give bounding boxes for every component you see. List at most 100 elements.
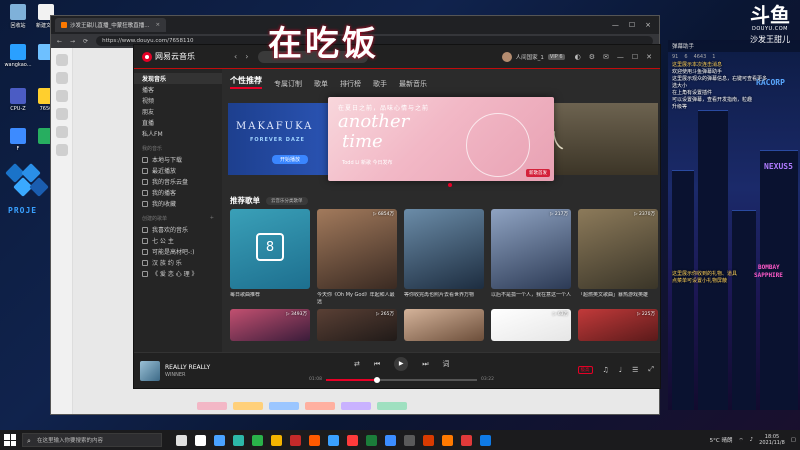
maximize-button[interactable]: ☐ xyxy=(629,21,635,29)
playlist-title[interactable]: 以后不是孤一个人，我在意这一个人 xyxy=(491,292,571,305)
mail-icon[interactable]: ✉ xyxy=(603,53,609,61)
playlist-cover[interactable]: 8 xyxy=(230,209,310,289)
shuffle-icon[interactable]: ⇄ xyxy=(354,360,360,368)
taskbar-app-icon[interactable] xyxy=(423,434,434,446)
notification-icon[interactable]: ▢ xyxy=(791,437,796,443)
recommend-pill[interactable]: 云音乐分类歌单 xyxy=(266,196,308,205)
playlist-cover[interactable]: ▷ 2370万 xyxy=(578,209,658,289)
weather[interactable]: 5°C 晴朗 xyxy=(710,436,733,444)
taskbar-app-icon[interactable] xyxy=(252,434,263,446)
banner-carousel[interactable]: MAKAFUKA FOREVER DAZE 开始播放 人 在夏日之前，品味心情与… xyxy=(228,97,658,182)
taskbar-app-icon[interactable] xyxy=(176,434,187,446)
play-button[interactable]: ▶ xyxy=(394,357,409,371)
sidebar-item[interactable]: 汉 族 约 乐 xyxy=(134,257,222,268)
nav-home-icon[interactable] xyxy=(55,54,68,66)
gear-icon[interactable]: ⚙ xyxy=(589,53,595,61)
taskbar-app-icon[interactable] xyxy=(214,434,225,446)
minimize-icon[interactable]: — xyxy=(617,53,624,61)
playlist-card[interactable] xyxy=(404,309,484,341)
taskbar-app-icon[interactable] xyxy=(366,434,377,446)
nav-game-icon[interactable] xyxy=(55,126,68,138)
sidebar-item[interactable]: 私人FM xyxy=(134,128,222,139)
clock[interactable]: 18:05 2021/11/8 xyxy=(759,434,785,446)
playlist-cover[interactable]: ▷ 6854万 xyxy=(317,209,397,289)
close-icon[interactable]: ✕ xyxy=(646,53,652,61)
nav-more-icon[interactable] xyxy=(55,144,68,156)
taskbar-app-icon[interactable] xyxy=(328,434,339,446)
taskbar-app-icon[interactable] xyxy=(461,434,472,446)
taskbar-app-icon[interactable] xyxy=(290,434,301,446)
sidebar-item[interactable]: 我的音乐云盘 xyxy=(134,176,222,187)
browser-tab[interactable]: 沙发王甜儿直播_中蒙狂歌直播... × xyxy=(55,18,167,32)
volume-icon[interactable]: ♩ xyxy=(619,366,622,374)
user-name[interactable]: 人间国家_1 xyxy=(516,53,544,61)
tab-1[interactable]: 专属订制 xyxy=(274,79,302,89)
playlist-card[interactable]: ▷ 2370万「超燃英文歌曲」暴热游戏英雄 xyxy=(578,209,658,305)
volume-tray-icon[interactable]: ♪ xyxy=(750,437,754,443)
playlist-card[interactable]: ▷ 6854万 今天你《Oh My God》年起和人最远 xyxy=(317,209,397,305)
playlist-card[interactable]: 等你收完再也照片去看世界万物 xyxy=(404,209,484,305)
sidebar-item[interactable]: 视频 xyxy=(134,95,222,106)
taskbar-search[interactable]: 在这里输入你要搜索的内容 xyxy=(22,433,162,448)
forward-icon[interactable]: → xyxy=(70,38,75,45)
progress-bar[interactable] xyxy=(325,376,478,383)
desktop-icon[interactable]: wangkao... xyxy=(4,44,32,68)
taskbar-app-icon[interactable] xyxy=(309,434,320,446)
playlist-cover[interactable]: ▷ 63万 xyxy=(491,309,571,341)
minimize-button[interactable]: — xyxy=(612,21,619,29)
ncm-forward-icon[interactable]: › xyxy=(245,52,248,61)
lyrics-icon[interactable]: 词 xyxy=(443,359,450,369)
sidebar-item[interactable]: 我的收藏 xyxy=(134,198,222,209)
maximize-icon[interactable]: ☐ xyxy=(632,53,638,61)
carousel-dot[interactable] xyxy=(448,183,452,187)
effect-icon[interactable]: ♫ xyxy=(603,366,609,374)
taskbar-app-icon[interactable] xyxy=(480,434,491,446)
playlist-cover[interactable]: ▷ 217万 xyxy=(491,209,571,289)
taskbar-app-icon[interactable] xyxy=(385,434,396,446)
playlist-card[interactable]: ▷ 265万 xyxy=(317,309,397,341)
sidebar-item[interactable]: 《 爱 恋 心 理 》 xyxy=(134,268,222,279)
banner-right[interactable]: 人 xyxy=(538,103,658,175)
sidebar-item[interactable]: 最近播放 xyxy=(134,165,222,176)
quality-badge[interactable]: 极高 xyxy=(577,365,593,374)
desktop-icon[interactable]: F xyxy=(4,128,32,152)
sidebar-item[interactable]: 播客 xyxy=(134,84,222,95)
banner-center[interactable]: 在夏日之前，品味心情与之前 another time Todd Li 新歌 今日… xyxy=(328,97,554,181)
sidebar-item[interactable]: 七 公 主 xyxy=(134,235,222,246)
tab-3[interactable]: 排行榜 xyxy=(340,79,361,89)
banner-play-button[interactable]: 开始播放 xyxy=(272,155,309,164)
taskbar-app-icon[interactable] xyxy=(195,434,206,446)
playlist-card[interactable]: 8 每日歌曲推荐 xyxy=(230,209,310,305)
taskbar-app-icon[interactable] xyxy=(404,434,415,446)
singer-name[interactable]: WINNER xyxy=(165,372,235,378)
add-playlist-icon[interactable]: + xyxy=(210,215,214,222)
song-title[interactable]: REALLY REALLY xyxy=(165,364,235,371)
back-icon[interactable]: ← xyxy=(57,38,62,45)
playlist-cover[interactable] xyxy=(404,309,484,341)
ncm-user[interactable]: 人间国家_1 VIP 6 xyxy=(501,51,565,62)
ncm-back-icon[interactable]: ‹ xyxy=(234,52,237,61)
playlist-cover[interactable] xyxy=(404,209,484,289)
tab-5[interactable]: 最新音乐 xyxy=(399,79,427,89)
taskbar-app-icon[interactable] xyxy=(347,434,358,446)
prev-icon[interactable]: ⏮ xyxy=(374,360,380,369)
avatar[interactable] xyxy=(501,51,512,62)
network-icon[interactable]: ⌔ xyxy=(738,437,743,444)
skin-icon[interactable]: ◐ xyxy=(575,53,581,61)
desktop-icon[interactable]: 回收站 xyxy=(4,4,32,29)
next-icon[interactable]: ⏭ xyxy=(422,360,428,369)
playlist-card[interactable]: ▷ 63万 xyxy=(491,309,571,341)
taskbar-app-icon[interactable] xyxy=(442,434,453,446)
sidebar-item[interactable]: 发现音乐 xyxy=(134,73,222,84)
tab-0[interactable]: 个性推荐 xyxy=(230,75,262,89)
nav-follow-icon[interactable] xyxy=(55,72,68,84)
playlist-title[interactable]: 「超燃英文歌曲」暴热游戏英雄 xyxy=(578,292,658,305)
sidebar-item[interactable]: 可能是高材吧-:) xyxy=(134,246,222,257)
taskbar-app-icon[interactable] xyxy=(233,434,244,446)
sidebar-item[interactable]: 我喜欢的音乐 xyxy=(134,224,222,235)
desktop-icon[interactable]: CPU-Z xyxy=(4,88,32,112)
playlist-card[interactable]: ▷ 3493万 xyxy=(230,309,310,341)
tab-4[interactable]: 歌手 xyxy=(373,79,387,89)
taskbar-app-icon[interactable] xyxy=(271,434,282,446)
playlist-cover[interactable]: ▷ 3493万 xyxy=(230,309,310,341)
